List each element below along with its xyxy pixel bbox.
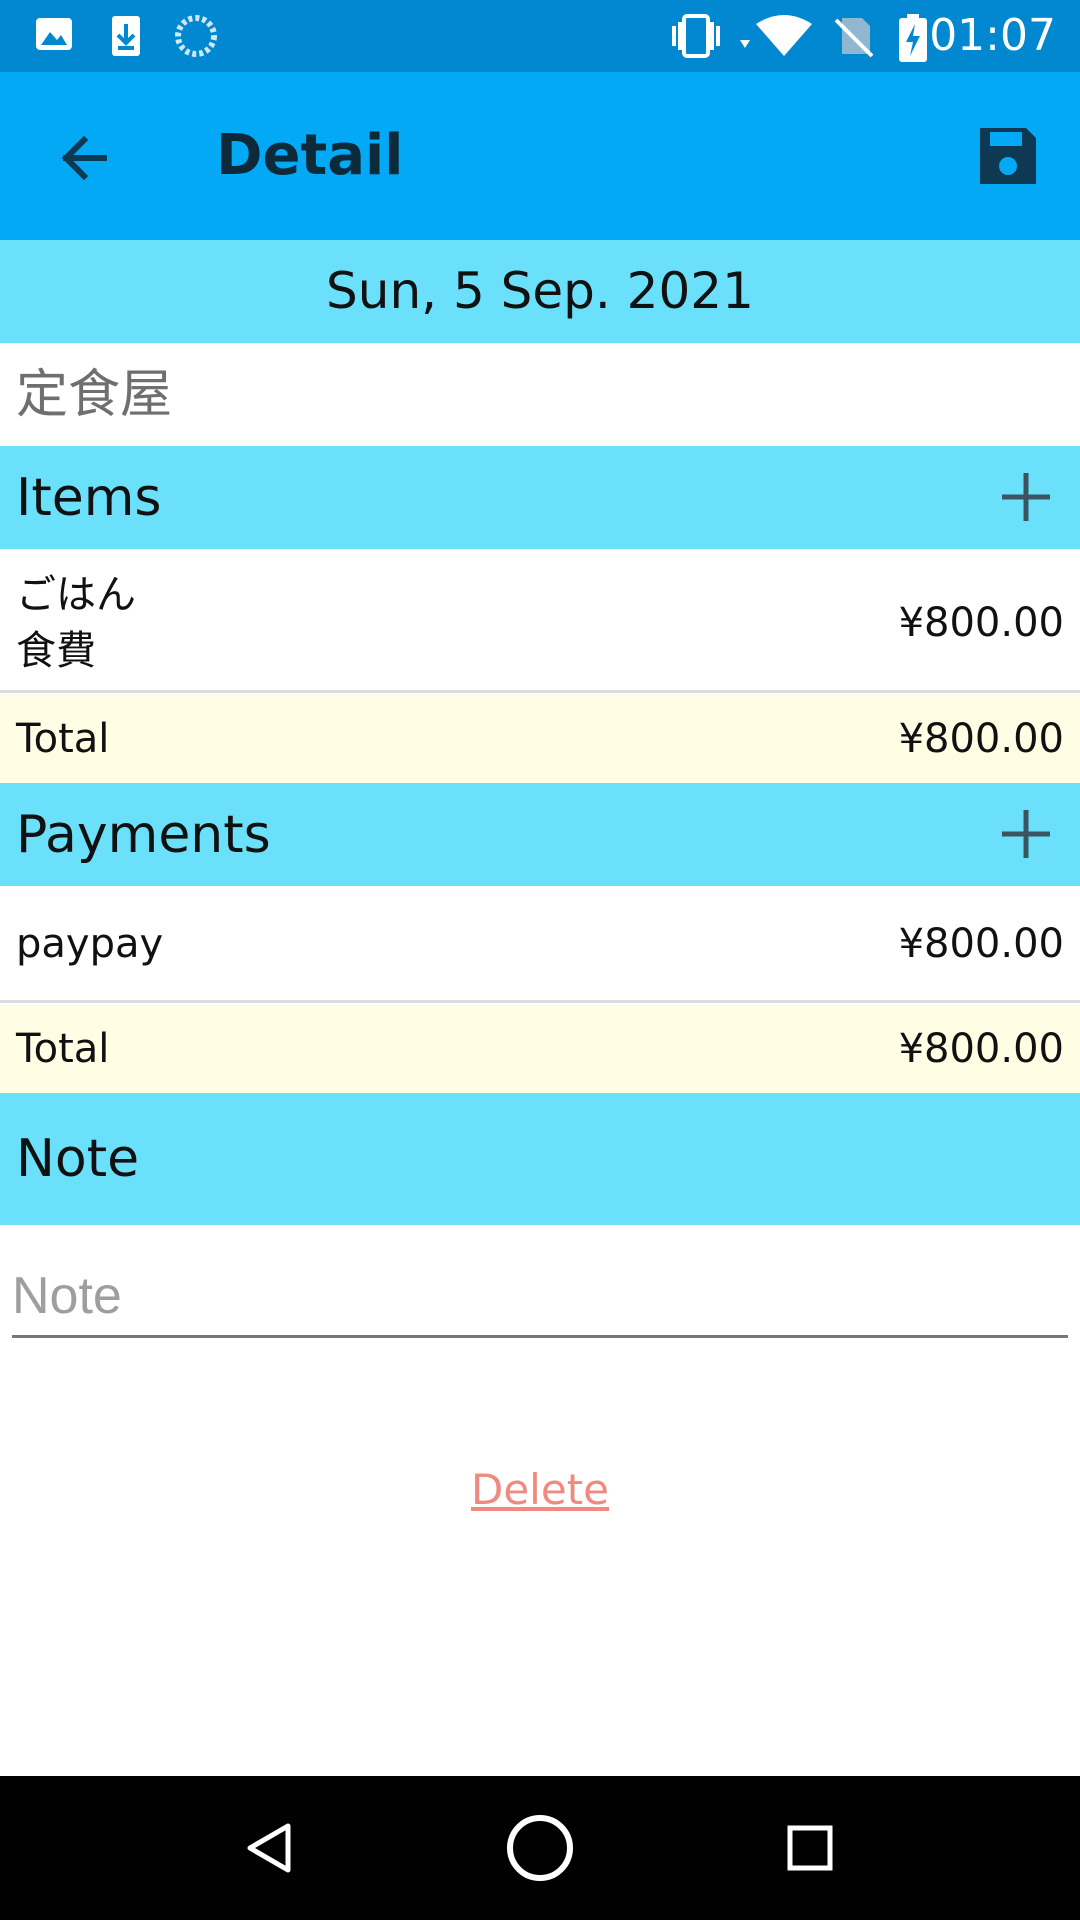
no-sim-icon	[834, 18, 874, 58]
item-name: ごはん	[16, 572, 136, 618]
items-total-label: Total	[16, 716, 110, 762]
status-bar: 01:07	[0, 0, 1080, 72]
vibrate-icon	[672, 14, 720, 58]
image-icon	[36, 18, 72, 50]
nav-bar	[0, 1776, 1080, 1920]
battery-charging-icon	[899, 14, 927, 62]
items-total-amount: ¥800.00	[898, 716, 1064, 762]
status-time: 01:07	[929, 10, 1056, 61]
page-title: Detail	[216, 123, 404, 188]
list-item[interactable]: paypay ¥800.00	[0, 886, 1080, 1003]
payments-title: Payments	[16, 805, 271, 865]
payment-amount: ¥800.00	[898, 921, 1064, 967]
payments-total-row: Total ¥800.00	[0, 1005, 1080, 1093]
items-header: Items	[0, 446, 1080, 549]
note-input[interactable]	[12, 1256, 1068, 1338]
shop-row[interactable]: 定食屋	[0, 343, 1080, 446]
payment-name: paypay	[16, 921, 164, 967]
list-item[interactable]: ごはん 食費 ¥800.00	[0, 549, 1080, 693]
add-item-icon[interactable]	[996, 467, 1056, 527]
download-icon	[112, 16, 140, 56]
arrow-back-icon[interactable]	[48, 122, 120, 194]
item-category: 食費	[16, 628, 96, 674]
home-circle-icon[interactable]	[504, 1812, 576, 1884]
payments-total-amount: ¥800.00	[898, 1026, 1064, 1072]
payments-total-label: Total	[16, 1026, 110, 1072]
recents-square-icon[interactable]	[774, 1812, 846, 1884]
item-amount: ¥800.00	[898, 600, 1064, 646]
delete-button[interactable]: Delete	[0, 1462, 1080, 1518]
payments-header: Payments	[0, 783, 1080, 886]
date-selector[interactable]: Sun, 5 Sep. 2021	[0, 240, 1080, 343]
add-payment-icon[interactable]	[996, 804, 1056, 864]
save-icon[interactable]	[976, 124, 1040, 188]
items-title: Items	[16, 468, 162, 528]
shop-name: 定食屋	[16, 365, 173, 425]
items-total-row: Total ¥800.00	[0, 695, 1080, 783]
note-header: Note	[0, 1093, 1080, 1225]
back-triangle-icon[interactable]	[234, 1812, 306, 1884]
note-title: Note	[16, 1129, 140, 1189]
wifi-icon	[740, 15, 812, 56]
loading-icon	[175, 15, 217, 57]
app-bar: Detail	[0, 72, 1080, 240]
